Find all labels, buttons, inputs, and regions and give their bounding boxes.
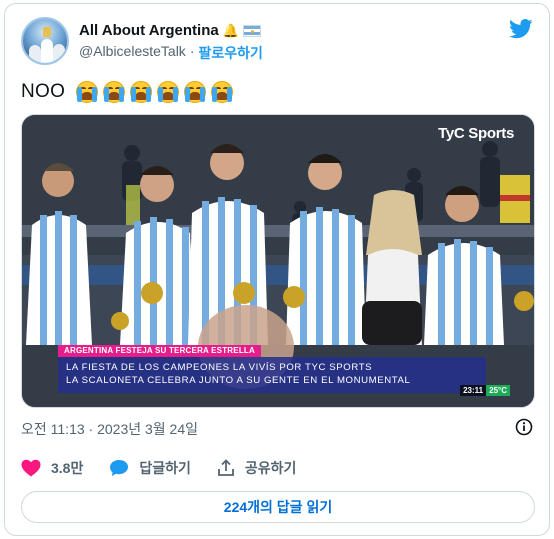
likes-count: 3.8만 xyxy=(51,460,84,476)
loudly-crying-face-icon xyxy=(156,80,180,104)
tweet-timestamp[interactable]: 오전 11:13 · 2023년 3월 24일 xyxy=(21,419,198,439)
avatar[interactable] xyxy=(21,17,69,65)
tweet-actions: 3.8만 답글하기 공유하기 xyxy=(21,458,322,478)
share-action[interactable]: 공유하기 xyxy=(217,458,297,478)
chyron-line-2: LA SCALONETA CELEBRA JUNTO A SU GENTE EN… xyxy=(66,375,411,386)
tyc-sports-logo: TyC Sports xyxy=(438,125,514,142)
tweet-media-image[interactable]: TyC Sports ARGENTINA FESTEJA SU TERCERA … xyxy=(21,114,535,408)
tweet-header: All About Argentina 🔔 @AlbicelesteTalk ·… xyxy=(21,17,533,69)
tweet-text: NOO xyxy=(21,80,234,104)
loudly-crying-face-icon xyxy=(210,80,234,104)
broadcast-time: 23:11 xyxy=(460,385,487,396)
reply-action[interactable]: 답글하기 xyxy=(109,458,191,478)
info-icon[interactable] xyxy=(515,418,533,436)
share-label: 공유하기 xyxy=(244,460,297,476)
chyron-bar: LA FIESTA DE LOS CAMPEONES LA VIVÍS POR … xyxy=(58,357,486,393)
twitter-bird-icon[interactable] xyxy=(509,19,533,39)
bell-emoji-icon: 🔔 xyxy=(222,23,239,38)
read-replies-button[interactable]: 224개의 답글 읽기 xyxy=(21,491,535,523)
heart-icon xyxy=(21,459,41,477)
separator-dot: · xyxy=(189,43,195,59)
author-handle-line: @AlbicelesteTalk · 팔로우하기 xyxy=(79,43,263,63)
like-action[interactable]: 3.8만 xyxy=(21,458,83,478)
speech-bubble-icon xyxy=(110,460,129,476)
loudly-crying-face-icon xyxy=(129,80,153,104)
broadcast-clock: 23:11 25°C xyxy=(460,385,510,396)
loudly-crying-face-icon xyxy=(183,80,207,104)
share-icon xyxy=(217,459,234,476)
author-name-line: All About Argentina 🔔 xyxy=(79,22,261,39)
tweet-card: All About Argentina 🔔 @AlbicelesteTalk ·… xyxy=(4,3,550,536)
loudly-crying-face-icon xyxy=(75,80,99,104)
reply-label: 답글하기 xyxy=(139,460,191,476)
loudly-crying-face-icon xyxy=(102,80,126,104)
tweet-text-content: NOO xyxy=(21,81,66,102)
follow-button[interactable]: 팔로우하기 xyxy=(198,43,262,63)
chyron-tag: ARGENTINA FESTEJA SU TERCERA ESTRELLA xyxy=(58,345,261,357)
author-display-name[interactable]: All About Argentina xyxy=(79,22,219,39)
chyron-line-1: LA FIESTA DE LOS CAMPEONES LA VIVÍS POR … xyxy=(66,362,373,373)
argentina-flag-icon xyxy=(242,24,261,37)
author-handle[interactable]: @AlbicelesteTalk xyxy=(79,43,186,63)
broadcast-temperature: 25°C xyxy=(486,385,510,396)
